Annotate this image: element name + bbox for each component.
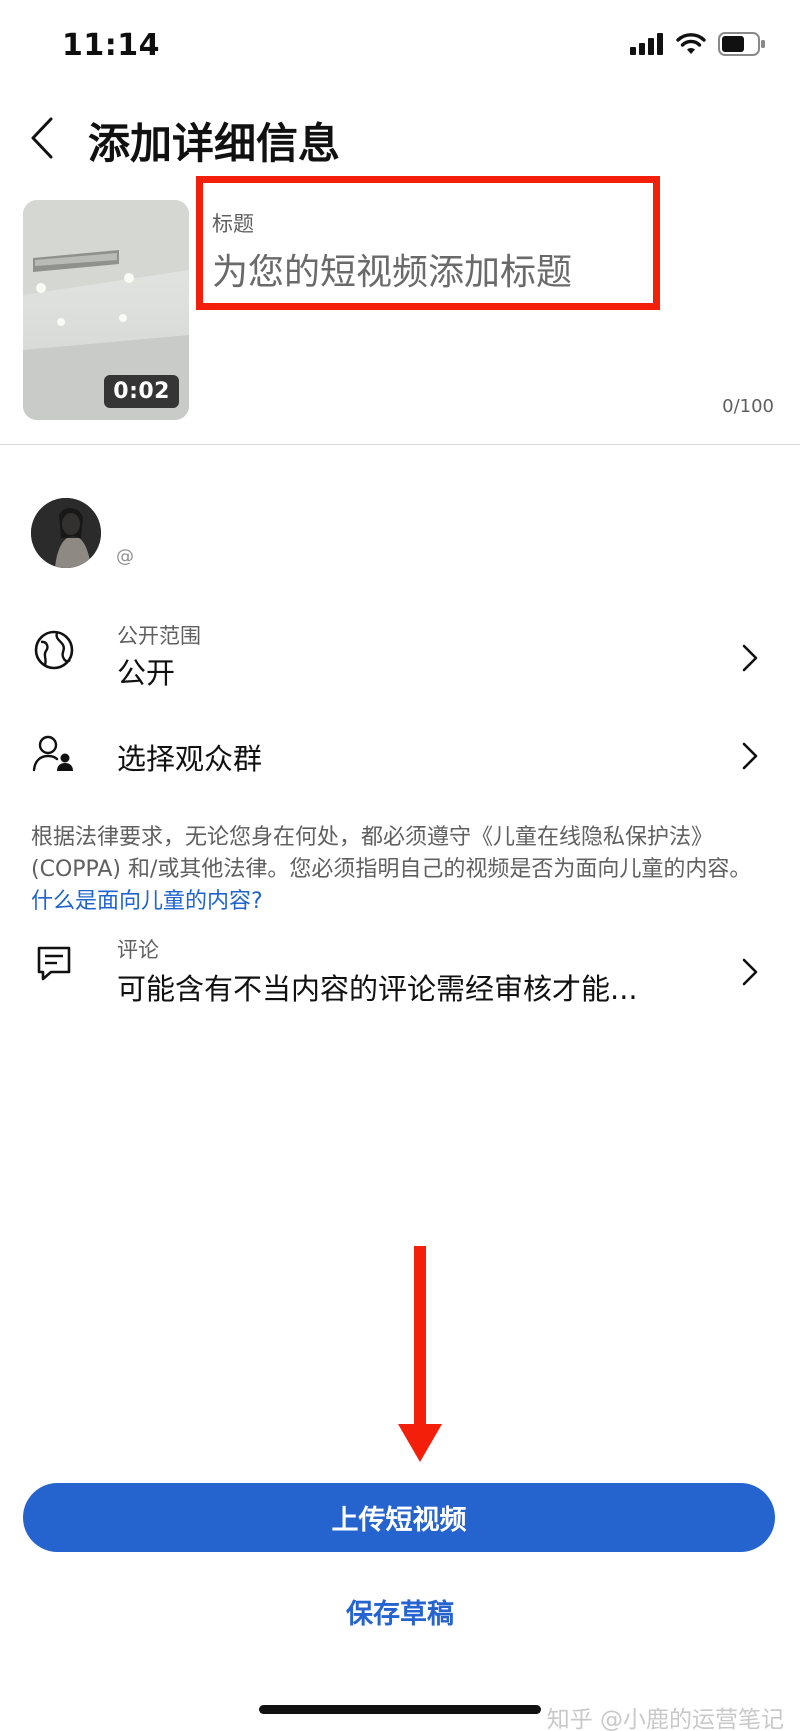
chevron-right-icon (738, 954, 762, 990)
title-char-count: 0/100 (722, 396, 774, 417)
comments-row[interactable]: 评论 可能含有不当内容的评论需经审核才能... (0, 928, 800, 1008)
status-icons (630, 32, 766, 56)
wifi-icon (676, 33, 706, 54)
coppa-info-link[interactable]: 什么是面向儿童的内容? (31, 889, 263, 914)
signal-icon (630, 33, 663, 55)
home-indicator (259, 1705, 541, 1714)
avatar (31, 498, 101, 568)
section-divider (0, 444, 800, 445)
coppa-notice: 根据法律要求，无论您身在何处，都必须遵守《儿童在线隐私保护法》(COPPA) 和… (31, 822, 771, 918)
page-title: 添加详细信息 (88, 119, 341, 168)
video-duration: 0:02 (104, 375, 179, 408)
visibility-row[interactable]: 公开范围 公开 (0, 610, 800, 690)
chevron-right-icon (738, 640, 762, 676)
save-draft-button[interactable]: 保存草稿 (0, 1592, 800, 1631)
title-label: 标题 (212, 212, 254, 236)
comments-label: 评论 (117, 938, 159, 962)
chevron-right-icon (738, 738, 762, 774)
globe-icon (32, 628, 76, 672)
coppa-notice-text: 根据法律要求，无论您身在何处，都必须遵守《儿童在线隐私保护法》(COPPA) 和… (31, 825, 752, 882)
visibility-value: 公开 (117, 656, 176, 690)
back-button[interactable] (22, 112, 62, 164)
video-thumbnail[interactable]: 0:02 (23, 200, 189, 420)
channel-handle: @ (116, 546, 134, 567)
battery-icon (718, 32, 765, 56)
avatar-image (31, 498, 101, 568)
comment-icon (32, 942, 76, 986)
audience-label: 选择观众群 (117, 742, 263, 776)
title-input[interactable]: 为您的短视频添加标题 (212, 243, 572, 295)
status-time: 11:14 (62, 28, 160, 63)
chevron-left-icon (31, 117, 53, 159)
audience-icon (32, 732, 76, 776)
red-arrow-annotation (398, 1246, 442, 1462)
comments-value: 可能含有不当内容的评论需经审核才能... (117, 972, 638, 1006)
visibility-label: 公开范围 (117, 624, 201, 648)
watermark: 知乎 @小鹿的运营笔记 (546, 1707, 784, 1731)
upload-short-button[interactable]: 上传短视频 (23, 1483, 775, 1552)
audience-row[interactable]: 选择观众群 (0, 720, 800, 790)
